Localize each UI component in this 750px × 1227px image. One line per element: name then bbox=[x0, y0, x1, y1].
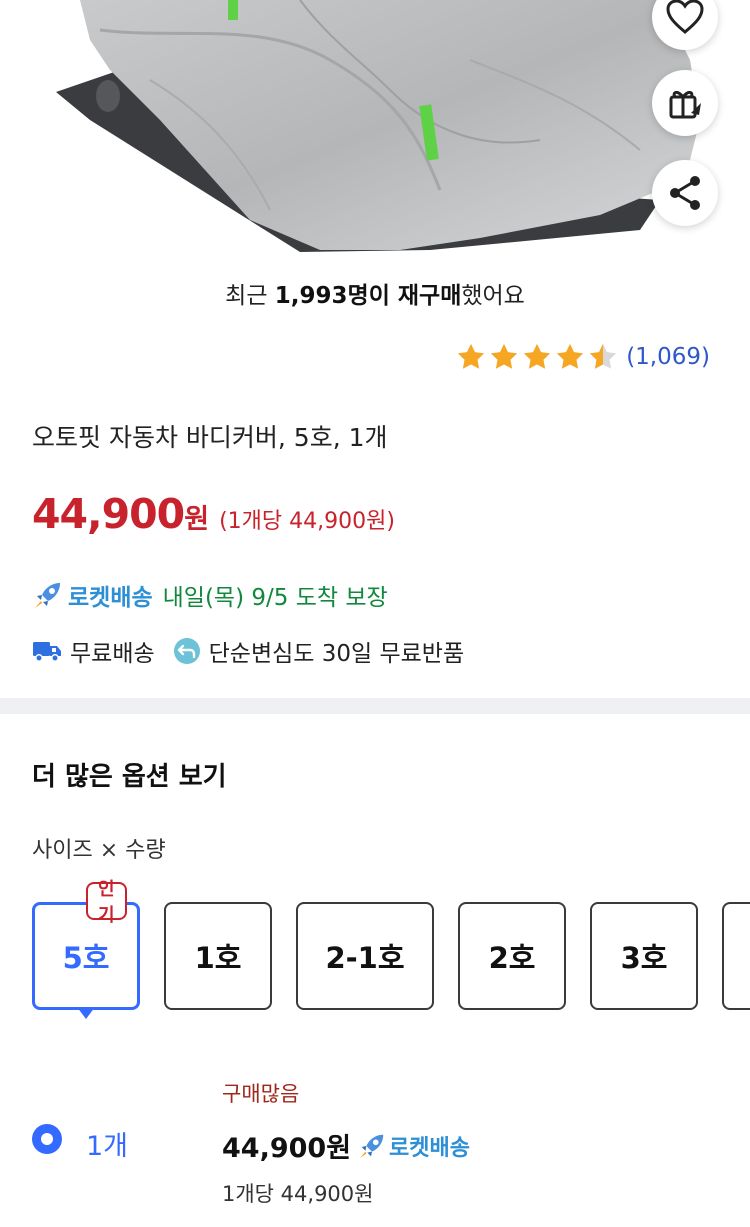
star-icon bbox=[524, 343, 551, 369]
sale-price: 44,900 bbox=[32, 490, 185, 538]
star-icon bbox=[491, 343, 518, 369]
free-return: 단순변심도 30일 무료반품 bbox=[173, 634, 465, 668]
half-star-icon bbox=[590, 343, 617, 369]
unit-price: (1개당 44,900원) bbox=[219, 509, 395, 534]
delivery-info: 로켓배송 내일(목) 9/5 도착 보장 bbox=[32, 578, 388, 612]
repurchase-suffix: 했어요 bbox=[461, 283, 525, 309]
quantity-label[interactable]: 1개 bbox=[86, 1124, 128, 1163]
quantity-unit-price: 1개당 44,900원 bbox=[222, 1182, 374, 1206]
quantity-rocket-label: 로켓배송 bbox=[389, 1135, 470, 1161]
size-option-label: 2호 bbox=[488, 941, 536, 975]
free-shipping: 무료배송 bbox=[32, 634, 155, 668]
size-option-more[interactable] bbox=[722, 902, 750, 1010]
delivery-eta: 내일(목) 9/5 도착 보장 bbox=[162, 585, 388, 611]
popular-badge: 인기 bbox=[86, 879, 127, 926]
repurchase-prefix: 최근 bbox=[225, 283, 275, 309]
car-cover-photo bbox=[56, 0, 700, 252]
star-icon bbox=[458, 343, 485, 369]
return-arrow-icon bbox=[173, 638, 200, 664]
heart-icon bbox=[666, 0, 704, 34]
gift-rocket-icon bbox=[669, 90, 701, 119]
free-return-label: 단순변심도 30일 무료반품 bbox=[208, 641, 465, 667]
product-title: 오토핏 자동차 바디커버, 5호, 1개 bbox=[32, 423, 388, 452]
options-title: 더 많은 옵션 보기 bbox=[32, 762, 227, 792]
size-option-label: 3호 bbox=[620, 941, 668, 975]
star-rating bbox=[456, 342, 618, 372]
quantity-price: 44,900원 bbox=[222, 1133, 352, 1164]
quantity-price-row: 44,900원 로켓배송 bbox=[222, 1126, 470, 1165]
share-icon bbox=[670, 176, 700, 210]
section-divider bbox=[0, 698, 750, 714]
free-shipping-label: 무료배송 bbox=[70, 641, 155, 667]
size-option-3[interactable]: 3호 bbox=[590, 902, 698, 1010]
product-image[interactable] bbox=[0, 0, 750, 258]
size-option-label: 5호 bbox=[62, 941, 110, 975]
repurchase-notice: 최근 1,993명이 재구매했어요 bbox=[0, 276, 750, 310]
rocket-icon bbox=[35, 583, 60, 608]
best-seller-tag: 구매많음 bbox=[222, 1082, 300, 1106]
selected-pointer bbox=[77, 1007, 95, 1019]
size-option-label: 2-1호 bbox=[325, 941, 405, 975]
rocket-delivery-label: 로켓배송 bbox=[68, 585, 153, 611]
quantity-radio[interactable] bbox=[32, 1124, 62, 1154]
gift-button[interactable] bbox=[652, 70, 718, 136]
rocket-icon bbox=[359, 1134, 384, 1158]
size-option-2[interactable]: 2호 bbox=[458, 902, 566, 1010]
perks: 무료배송 단순변심도 30일 무료반품 bbox=[32, 634, 482, 668]
star-icon bbox=[557, 343, 584, 369]
rating-count[interactable]: (1,069) bbox=[626, 344, 710, 370]
size-option-label: 1호 bbox=[194, 941, 242, 975]
size-option-1[interactable]: 1호 bbox=[164, 902, 272, 1010]
share-button[interactable] bbox=[652, 160, 718, 226]
rating[interactable]: (1,069) bbox=[456, 342, 710, 372]
price-currency: 원 bbox=[184, 504, 210, 535]
price-row: 44,900 원 (1개당 44,900원) bbox=[32, 490, 395, 538]
truck-icon bbox=[33, 642, 61, 662]
options-subtitle: 사이즈 × 수량 bbox=[32, 838, 166, 863]
repurchase-count: 1,993명이 재구매 bbox=[274, 283, 462, 309]
size-option-2-1[interactable]: 2-1호 bbox=[296, 902, 434, 1010]
